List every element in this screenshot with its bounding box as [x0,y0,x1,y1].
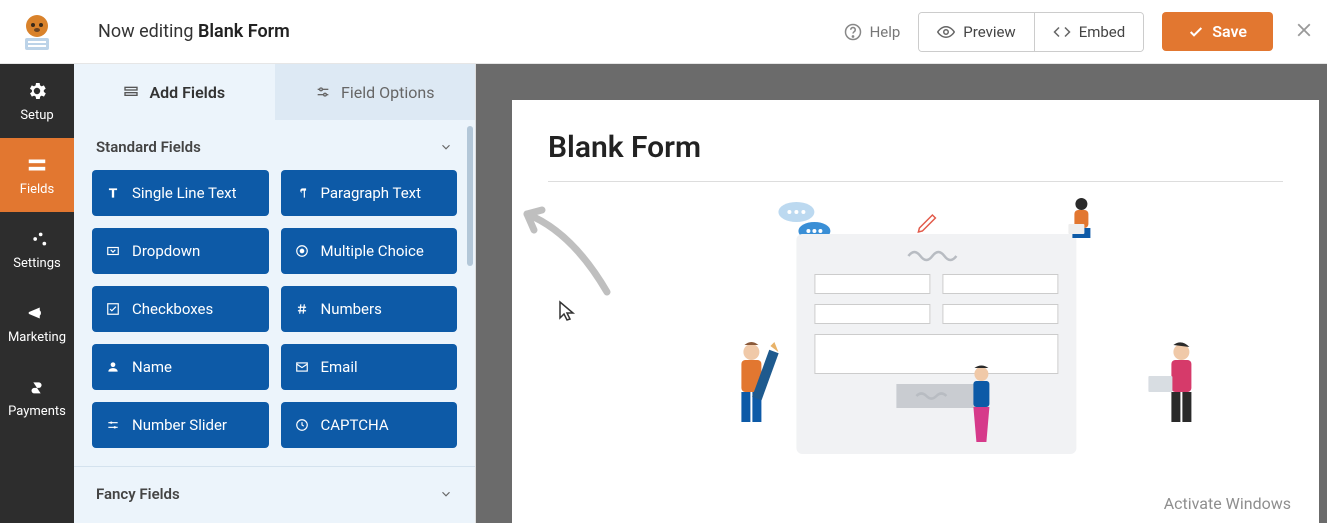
person-icon [1146,340,1216,450]
side-panel: Add Fields Field Options Standard Fields… [74,64,476,523]
preview-label: Preview [963,23,1015,41]
nav-settings-label: Settings [13,256,60,271]
top-bar: Now editing Blank Form Help Preview Embe… [0,0,1327,64]
save-label: Save [1212,22,1247,41]
form-canvas[interactable]: Blank Form [512,100,1319,523]
field-email[interactable]: Email [281,344,458,390]
help-label: Help [870,23,901,41]
mock-form [796,234,1076,454]
cursor-icon [558,300,576,322]
nav-fields[interactable]: Fields [0,138,74,212]
nav-setup-label: Setup [20,108,53,123]
empty-state-illustration [666,210,1186,490]
preview-button[interactable]: Preview [919,13,1033,51]
field-multiple-choice[interactable]: Multiple Choice [281,228,458,274]
embed-button[interactable]: Embed [1034,13,1144,51]
pencil-icon [916,210,940,234]
embed-label: Embed [1079,23,1126,41]
windows-watermark: Activate Windows [1164,494,1291,513]
left-nav: Setup Fields Settings Marketing Payments [0,64,74,523]
person-icon [1056,194,1106,254]
chevron-down-icon [439,487,453,501]
help-link[interactable]: Help [844,23,901,41]
editing-prefix: Now editing [98,21,198,42]
group-standard-fields-label: Standard Fields [96,138,201,156]
tab-add-fields-label: Add Fields [149,83,225,102]
save-button[interactable]: Save [1162,12,1273,51]
editing-label: Now editing Blank Form [98,21,290,42]
field-numbers[interactable]: Numbers [281,286,458,332]
nav-fields-label: Fields [20,182,54,197]
canvas-wrap: Blank Form [476,64,1327,523]
field-name[interactable]: Name [92,344,269,390]
group-fancy-fields-label: Fancy Fields [96,485,180,503]
tab-field-options-label: Field Options [341,83,434,102]
person-icon [716,340,786,450]
chevron-down-icon [439,140,453,154]
sidepanel-tabs: Add Fields Field Options [74,64,475,120]
nav-payments[interactable]: Payments [0,360,74,434]
app-logo [0,0,74,64]
nav-settings[interactable]: Settings [0,212,74,286]
group-fancy-fields[interactable]: Fancy Fields [74,466,475,517]
nav-setup[interactable]: Setup [0,64,74,138]
field-paragraph-text[interactable]: Paragraph Text [281,170,458,216]
form-title: Blank Form [548,130,1283,165]
hint-arrow-icon [512,202,622,302]
nav-payments-label: Payments [8,404,66,419]
close-button[interactable] [1293,19,1315,45]
scrollbar[interactable] [467,126,473,266]
field-captcha[interactable]: CAPTCHA [281,402,458,448]
standard-fields-grid: Single Line Text Paragraph Text Dropdown… [74,170,475,466]
panel-scroll[interactable]: Standard Fields Single Line Text Paragra… [74,120,475,523]
tab-field-options[interactable]: Field Options [275,64,476,120]
preview-embed-group: Preview Embed [918,12,1144,52]
field-checkboxes[interactable]: Checkboxes [92,286,269,332]
nav-marketing-label: Marketing [8,330,66,345]
field-number-slider[interactable]: Number Slider [92,402,269,448]
form-divider [548,181,1283,182]
editing-title: Blank Form [198,21,290,42]
nav-marketing[interactable]: Marketing [0,286,74,360]
tab-add-fields[interactable]: Add Fields [74,64,275,120]
field-dropdown[interactable]: Dropdown [92,228,269,274]
group-standard-fields[interactable]: Standard Fields [74,120,475,170]
person-icon [956,364,1006,464]
field-single-line-text[interactable]: Single Line Text [92,170,269,216]
